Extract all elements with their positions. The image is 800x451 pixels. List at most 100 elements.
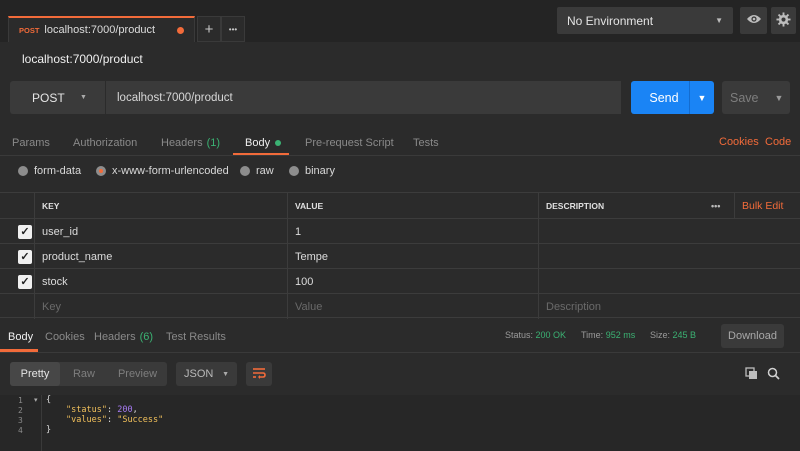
table-header-row: KEY VALUE DESCRIPTION ••• Bulk Edit — [0, 192, 800, 218]
response-tab-cookies[interactable]: Cookies — [45, 331, 85, 343]
radio-label: x-www-form-urlencoded — [112, 165, 229, 177]
row-checkbox[interactable]: ✓ — [0, 269, 34, 294]
language-selected: JSON — [184, 368, 214, 380]
environment-selected: No Environment — [567, 13, 654, 28]
tab-options-button[interactable]: ••• — [221, 16, 245, 42]
radio-raw[interactable]: raw — [240, 165, 274, 177]
radio-selected-icon — [96, 166, 106, 176]
method-select[interactable]: POST ▼ — [10, 81, 105, 114]
table-more-button[interactable]: ••• — [704, 193, 734, 218]
download-button[interactable]: Download — [721, 324, 784, 348]
radio-label: binary — [305, 165, 335, 177]
language-select[interactable]: JSON ▼ — [176, 362, 237, 386]
new-tab-button[interactable]: + — [197, 16, 221, 42]
send-button[interactable]: Send ▼ — [631, 81, 714, 114]
row-key[interactable]: user_id — [34, 219, 287, 244]
radio-binary[interactable]: binary — [289, 165, 335, 177]
tab-params[interactable]: Params — [12, 131, 50, 155]
radio-circle-icon — [240, 166, 250, 176]
fold-chevron-icon[interactable]: ▾ — [34, 396, 38, 404]
row-key[interactable]: product_name — [34, 244, 287, 269]
divider — [0, 352, 800, 353]
row-checkbox-empty — [0, 294, 34, 319]
table-row-new: Key Value Description — [0, 293, 800, 319]
line-number: 3 — [18, 416, 23, 425]
line-number: 2 — [18, 406, 23, 415]
header-checkbox-cell — [0, 193, 34, 218]
response-size: Size: 245 B — [650, 330, 696, 340]
row-value[interactable]: Tempe — [287, 244, 538, 269]
tab-tests[interactable]: Tests — [413, 131, 439, 155]
gear-icon — [776, 11, 791, 30]
response-status: Status: 200 OK — [505, 330, 566, 340]
new-key-input[interactable]: Key — [34, 294, 287, 319]
response-tab-test-results[interactable]: Test Results — [166, 331, 226, 343]
row-description[interactable] — [538, 269, 800, 294]
time-value: 952 ms — [605, 330, 636, 340]
code-link[interactable]: Code — [765, 136, 791, 148]
check-icon: ✓ — [18, 274, 32, 289]
url-input[interactable]: localhost:7000/product — [105, 81, 621, 114]
check-icon: ✓ — [18, 249, 32, 264]
radio-x-www-form-urlencoded[interactable]: x-www-form-urlencoded — [96, 165, 229, 177]
row-value[interactable]: 100 — [287, 269, 538, 294]
tab-body-label: Body — [245, 137, 271, 149]
table-row: ✓ product_name Tempe — [0, 243, 800, 269]
tab-headers[interactable]: Headers (1) — [161, 131, 220, 155]
cookies-link[interactable]: Cookies — [719, 136, 759, 148]
chevron-down-icon: ▼ — [222, 370, 229, 378]
eye-icon — [746, 13, 762, 28]
send-label: Send — [649, 90, 679, 105]
response-time: Time: 952 ms — [581, 330, 635, 340]
tab-prerequest-script[interactable]: Pre-request Script — [305, 131, 394, 155]
row-checkbox[interactable]: ✓ — [0, 244, 34, 269]
new-value-input[interactable]: Value — [287, 294, 538, 319]
response-tab-body[interactable]: Body — [8, 331, 33, 343]
search-icon[interactable] — [767, 367, 780, 383]
response-tab-headers[interactable]: Headers (6) — [94, 331, 153, 343]
size-label: Size: — [650, 330, 671, 340]
format-preview-button[interactable]: Preview — [108, 362, 167, 386]
environment-select[interactable]: No Environment ▼ — [557, 7, 733, 34]
format-raw-button[interactable]: Raw — [60, 362, 108, 386]
row-key[interactable]: stock — [34, 269, 287, 294]
size-value: 245 B — [672, 330, 697, 340]
row-value[interactable]: 1 — [287, 219, 538, 244]
chevron-down-icon: ▼ — [80, 94, 87, 101]
copy-icon[interactable] — [745, 367, 758, 383]
chevron-down-icon: ▼ — [715, 16, 723, 25]
manage-environments-button[interactable] — [771, 7, 796, 34]
bulk-edit-button[interactable]: Bulk Edit — [734, 193, 800, 218]
header-key: KEY — [34, 193, 287, 218]
tab-authorization[interactable]: Authorization — [73, 131, 137, 155]
code-line: } — [46, 425, 52, 435]
save-label: Save — [730, 90, 759, 105]
tab-body[interactable]: Body — [245, 131, 282, 155]
new-description-input[interactable]: Description — [538, 294, 800, 319]
response-tab-headers-label: Headers — [94, 331, 136, 343]
code-line: "status": 200, — [66, 405, 138, 415]
request-tab-url: localhost:7000/product — [44, 24, 156, 36]
line-number: 4 — [18, 426, 23, 435]
chevron-down-icon[interactable]: ▼ — [690, 93, 714, 103]
code-line: "values": "Success" — [66, 415, 164, 425]
radio-label: form-data — [34, 165, 82, 177]
unsaved-dot-icon — [177, 26, 184, 34]
header-value: VALUE — [287, 193, 538, 218]
status-value: 200 OK — [535, 330, 567, 340]
environment-quick-look-button[interactable] — [740, 7, 767, 34]
radio-form-data[interactable]: form-data — [18, 165, 81, 177]
code-line: { — [46, 395, 52, 405]
divider — [0, 155, 800, 156]
wrap-line-button[interactable] — [246, 362, 272, 386]
row-checkbox[interactable]: ✓ — [0, 219, 34, 244]
header-description: DESCRIPTION — [538, 193, 704, 218]
chevron-down-icon[interactable]: ▼ — [768, 93, 790, 103]
row-description[interactable] — [538, 219, 800, 244]
save-button[interactable]: Save ▼ — [722, 81, 790, 114]
tab-headers-count: (1) — [206, 137, 221, 149]
request-title: localhost:7000/product — [22, 52, 143, 66]
row-description[interactable] — [538, 244, 800, 269]
format-pretty-button[interactable]: Pretty — [10, 362, 60, 386]
request-tab[interactable]: POST localhost:7000/product — [8, 16, 195, 42]
